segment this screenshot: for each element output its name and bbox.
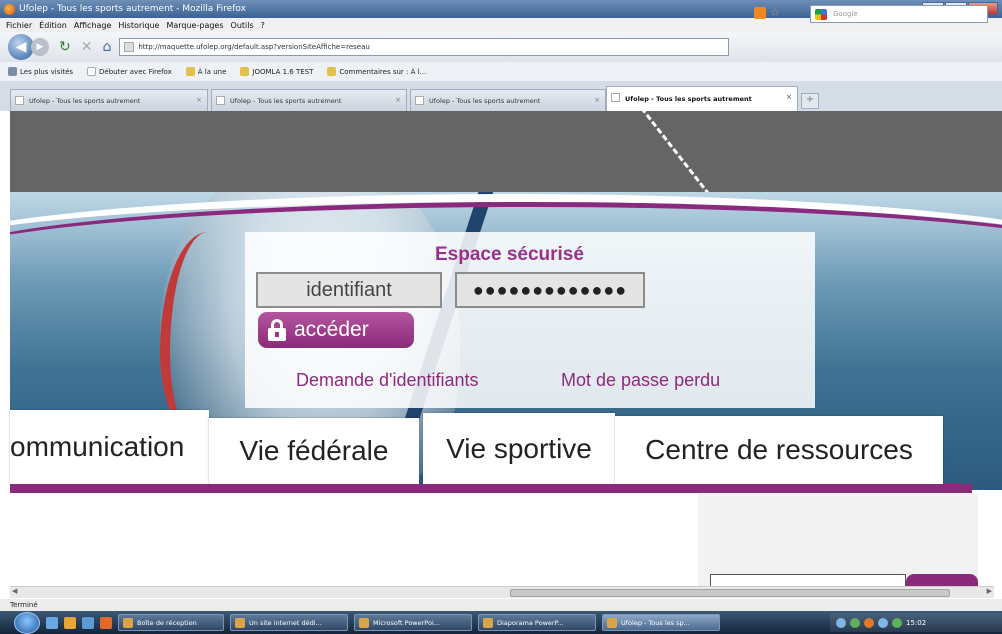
menu-outils[interactable]: Outils — [231, 21, 254, 30]
bookmark-label: JOOMLA 1.6 TEST — [252, 67, 314, 76]
horizontal-scrollbar[interactable]: ◀ ▶ — [10, 586, 994, 598]
page-icon — [216, 96, 225, 105]
most-visited-icon — [8, 67, 17, 76]
clock: 15:02 — [906, 618, 927, 627]
menu-affichage[interactable]: Affichage — [74, 21, 112, 30]
tray-icon[interactable] — [878, 617, 888, 628]
system-tray: 15:02 — [830, 613, 1002, 632]
password-field[interactable]: ●●●●●●●●●●●●● — [455, 272, 645, 308]
start-button[interactable] — [14, 611, 40, 634]
username-field[interactable]: identifiant — [256, 272, 442, 308]
bookmark-label: Débuter avec Firefox — [99, 67, 172, 76]
url-text: http://maquette.ufolep.org/default.asp?v… — [138, 43, 370, 51]
bookmark-item[interactable]: Les plus visités — [8, 67, 73, 76]
scroll-right-icon[interactable]: ▶ — [987, 587, 992, 595]
page-icon — [415, 96, 424, 105]
taskbar-item[interactable]: Diaporama PowerP... — [478, 614, 596, 631]
home-icon[interactable]: ⌂ — [102, 39, 111, 55]
tray-icon[interactable] — [850, 617, 860, 628]
bookmarks-toolbar: Les plus visités Débuter avec Firefox À … — [0, 62, 1002, 81]
quicklaunch-icon[interactable] — [82, 616, 94, 629]
reload-icon[interactable]: ↻ — [59, 39, 71, 55]
google-icon — [815, 9, 827, 20]
tab-label: Ufolep - Tous les sports autrement — [625, 95, 752, 103]
quicklaunch-icon[interactable] — [64, 616, 76, 629]
page-header-band — [10, 111, 1002, 192]
taskbar: Boîte de réception Un site internet dédi… — [0, 611, 1002, 634]
menu-marque-pages[interactable]: Marque-pages — [166, 21, 223, 30]
lock-icon — [268, 319, 286, 341]
bookmark-item[interactable]: À la une — [185, 67, 227, 76]
menu-help[interactable]: ? — [261, 21, 265, 30]
window-title: Ufolep - Tous les sports autrement - Moz… — [19, 4, 246, 14]
browser-tab[interactable]: Ufolep - Tous les sports autrement × — [211, 89, 407, 111]
scrollbar-thumb[interactable] — [510, 589, 950, 597]
browser-tab-active[interactable]: Ufolep - Tous les sports autrement × — [606, 86, 798, 111]
close-tab-icon[interactable]: × — [786, 93, 792, 101]
firefox-icon — [4, 3, 15, 15]
browser-tab[interactable]: Ufolep - Tous les sports autrement × — [10, 89, 208, 111]
folder-icon — [185, 67, 195, 76]
login-title: Espace sécurisé — [435, 244, 584, 265]
bookmark-item[interactable]: Commentaires sur : À l... — [327, 67, 426, 76]
status-text: Terminé — [10, 601, 38, 609]
access-button-label: accéder — [294, 318, 369, 341]
taskbar-item[interactable]: Boîte de réception — [118, 614, 224, 631]
lost-password-link[interactable]: Mot de passe perdu — [561, 370, 720, 391]
taskbar-item[interactable]: Un site internet dédi... — [230, 614, 348, 631]
forward-button[interactable]: ▶ — [31, 38, 49, 56]
menu-fichier[interactable]: Fichier — [6, 21, 32, 30]
browser-tab[interactable]: Ufolep - Tous les sports autrement × — [410, 89, 606, 111]
tray-icon[interactable] — [836, 617, 846, 628]
status-bar: Terminé — [0, 599, 1002, 611]
close-tab-icon[interactable]: × — [594, 96, 600, 104]
quicklaunch-icon[interactable] — [46, 616, 58, 629]
tab-label: Ufolep - Tous les sports autrement — [429, 96, 541, 105]
bookmark-label: Commentaires sur : À l... — [339, 67, 427, 76]
secure-login-panel: Espace sécurisé identifiant ●●●●●●●●●●●●… — [245, 232, 815, 408]
bookmark-item[interactable]: Débuter avec Firefox — [87, 67, 172, 76]
nav-tab-centre-de-ressources[interactable]: Centre de ressources — [615, 416, 943, 484]
navigation-toolbar: ◀ ▶ ↻ ✕ ⌂ http://maquette.ufolep.org/def… — [0, 32, 1002, 62]
menu-historique[interactable]: Historique — [118, 21, 159, 30]
tray-icon[interactable] — [864, 617, 874, 628]
folder-icon — [240, 67, 250, 76]
taskbar-item[interactable]: Microsoft PowerPoi... — [354, 614, 472, 631]
request-credentials-link[interactable]: Demande d'identifiants — [296, 370, 479, 391]
page-icon — [124, 42, 135, 52]
bookmark-item[interactable]: JOOMLA 1.6 TEST — [240, 67, 313, 76]
scroll-left-icon[interactable]: ◀ — [12, 587, 17, 595]
access-button[interactable]: accéder — [258, 312, 414, 348]
bookmark-label: À la une — [197, 67, 227, 76]
menu-edition[interactable]: Édition — [39, 21, 67, 30]
tab-bar: Ufolep - Tous les sports autrement × Ufo… — [0, 81, 1002, 111]
close-tab-icon[interactable]: × — [395, 96, 401, 104]
close-tab-icon[interactable]: × — [196, 96, 202, 104]
bookmark-star-icon[interactable]: ☆ — [770, 6, 780, 19]
tray-icon[interactable] — [892, 617, 902, 628]
tab-label: Ufolep - Tous les sports autrement — [29, 96, 141, 105]
page-icon — [611, 93, 620, 102]
nav-tab-communication[interactable]: ommunication — [10, 410, 209, 484]
rss-feed-icon[interactable] — [754, 7, 766, 19]
url-bar[interactable]: http://maquette.ufolep.org/default.asp?v… — [119, 38, 730, 56]
search-input[interactable]: Google — [810, 5, 988, 23]
new-tab-button[interactable]: + — [801, 93, 819, 109]
sidebar-panel — [698, 494, 978, 586]
stop-icon[interactable]: ✕ — [81, 39, 93, 55]
search-placeholder: Google — [833, 10, 858, 18]
bookmark-label: Les plus visités — [20, 67, 74, 76]
folder-icon — [327, 67, 337, 76]
nav-tab-vie-federale[interactable]: Vie fédérale — [209, 418, 419, 484]
page-icon — [15, 96, 24, 105]
nav-underline — [10, 484, 972, 493]
quicklaunch-icon[interactable] — [100, 616, 112, 629]
taskbar-item-active[interactable]: Ufolep - Tous les sp... — [602, 614, 720, 631]
nav-tab-vie-sportive[interactable]: Vie sportive — [423, 413, 615, 484]
tab-label: Ufolep - Tous les sports autrement — [230, 96, 342, 105]
page-icon — [87, 67, 97, 76]
